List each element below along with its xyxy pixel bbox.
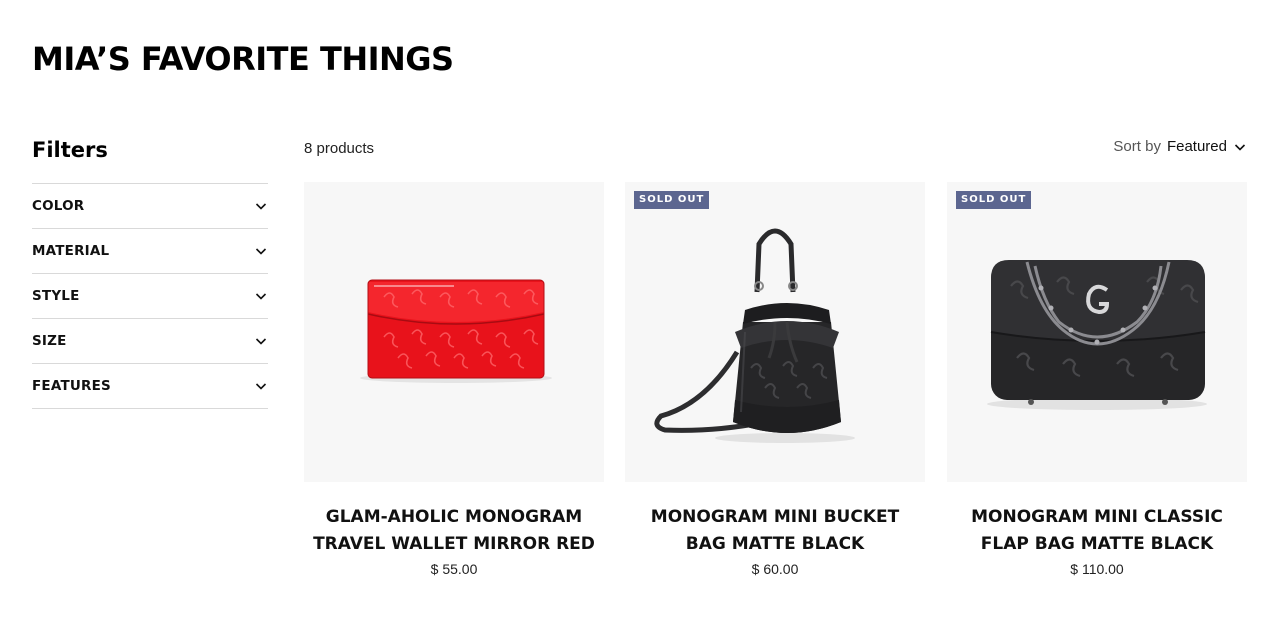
filter-label: STYLE: [32, 288, 80, 304]
product-title[interactable]: MONOGRAM MINI CLASSIC FLAP BAG MATTE BLA…: [947, 504, 1247, 558]
product-price: $ 60.00: [751, 561, 799, 577]
product-card: SOLD OUT MONOGRAM MINI CLASSIC FLAP BAG …: [947, 182, 1247, 577]
product-price: $ 110.00: [1070, 561, 1124, 577]
filter-label: COLOR: [32, 198, 85, 214]
product-title[interactable]: MONOGRAM MINI BUCKET BAG MATTE BLACK: [625, 504, 925, 558]
chevron-down-icon: [1234, 143, 1246, 151]
chevron-down-icon: [255, 293, 267, 300]
filter-label: FEATURES: [32, 378, 111, 394]
product-title[interactable]: GLAM-AHOLIC MONOGRAM TRAVEL WALLET MIRRO…: [304, 504, 604, 558]
page-title: MIA’S FAVORITE THINGS: [32, 40, 454, 78]
product-count: 8 products: [304, 140, 375, 157]
sort-dropdown[interactable]: Sort by Featured: [1113, 138, 1247, 155]
filter-label: MATERIAL: [32, 243, 110, 259]
filter-label: SIZE: [32, 333, 67, 349]
product-price: $ 55.00: [430, 561, 478, 577]
product-image-link[interactable]: SOLD OUT: [625, 182, 925, 482]
red-wallet-image: [360, 279, 552, 383]
product-card: SOLD OUT MONOGRAM MINI BUCKET BAG MATTE …: [625, 182, 925, 577]
collection-toolbar: 8 products Sort by Featured: [304, 136, 1247, 162]
chevron-down-icon: [255, 248, 267, 255]
filters-heading: Filters: [32, 138, 108, 162]
chevron-down-icon: [255, 383, 267, 390]
sold-out-badge: SOLD OUT: [956, 191, 1032, 209]
filter-features[interactable]: FEATURES: [32, 364, 268, 409]
filter-size[interactable]: SIZE: [32, 319, 268, 364]
filter-material[interactable]: MATERIAL: [32, 229, 268, 274]
product-image-link[interactable]: SOLD OUT: [947, 182, 1247, 482]
filter-list: COLOR MATERIAL STYLE SIZE FEATURES: [32, 183, 268, 409]
product-image-link[interactable]: [304, 182, 604, 482]
black-flap-bag-image: [987, 260, 1207, 410]
filters-sidebar: Filters COLOR MATERIAL STYLE SIZE FEATUR…: [32, 136, 268, 409]
filter-style[interactable]: STYLE: [32, 274, 268, 319]
sort-value: Featured: [1166, 138, 1227, 155]
chevron-down-icon: [255, 203, 267, 210]
chevron-down-icon: [255, 338, 267, 345]
sold-out-badge: SOLD OUT: [634, 191, 710, 209]
filter-color[interactable]: COLOR: [32, 184, 268, 229]
product-card: GLAM-AHOLIC MONOGRAM TRAVEL WALLET MIRRO…: [304, 182, 604, 577]
black-bucket-bag-image: [654, 228, 855, 443]
sort-label: Sort by: [1113, 138, 1161, 155]
